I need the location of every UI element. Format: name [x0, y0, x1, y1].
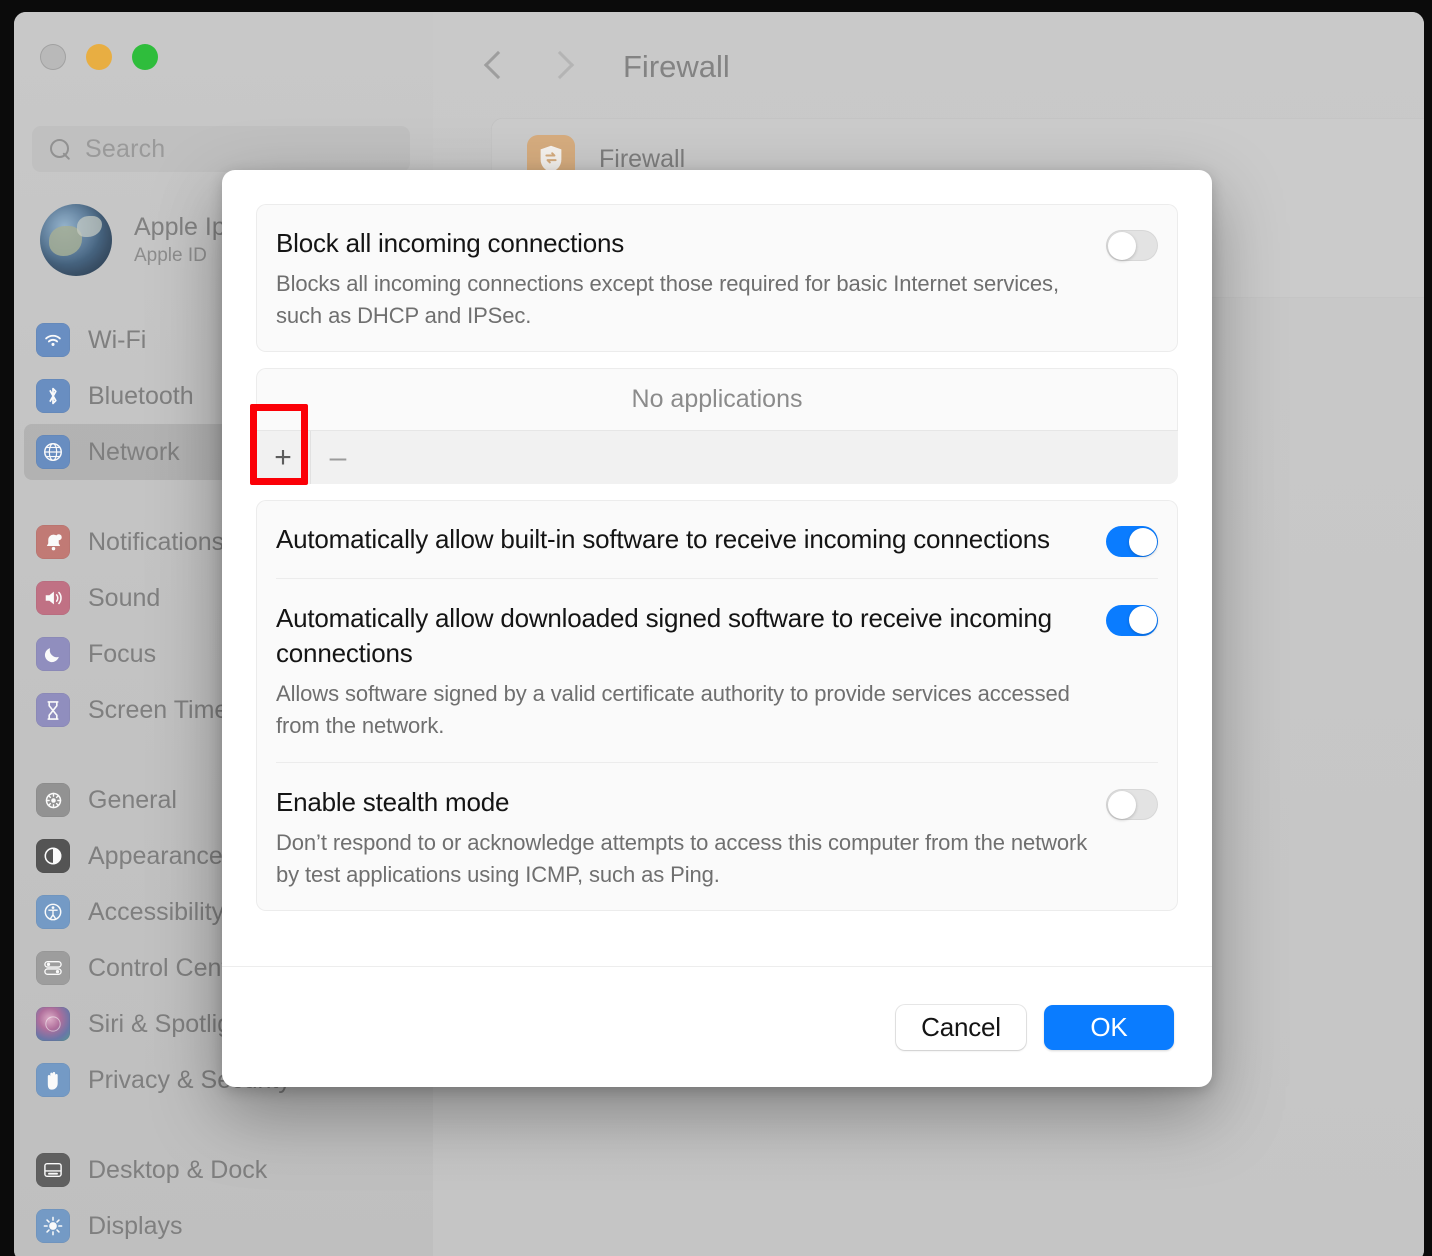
- dialog-footer: Cancel OK: [222, 966, 1212, 1087]
- screen: Search Apple Ip Apple ID Wi-Fi Bluetooth…: [0, 0, 1432, 1256]
- add-application-button[interactable]: +: [256, 431, 310, 485]
- brightness-icon: [36, 1209, 70, 1243]
- sidebar-item-displays[interactable]: Displays: [24, 1198, 423, 1254]
- sidebar-group-appearance: Desktop & Dock Displays Wallpaper: [14, 1142, 433, 1256]
- dialog-body: Block all incoming connections Blocks al…: [222, 170, 1212, 966]
- close-button[interactable]: [40, 44, 66, 70]
- sidebar-item-label: Accessibility: [88, 897, 225, 926]
- applications-card: No applications + –: [256, 368, 1178, 485]
- siri-icon: [36, 1007, 70, 1041]
- block-all-title: Block all incoming connections: [276, 228, 625, 258]
- allow-signed-description: Allows software signed by a valid certif…: [276, 681, 1070, 739]
- chevron-right-icon[interactable]: [541, 42, 575, 92]
- search-input[interactable]: Search: [32, 126, 410, 172]
- remove-application-button[interactable]: –: [311, 431, 365, 485]
- account-row[interactable]: Apple Ip Apple ID: [40, 204, 226, 276]
- sidebar-item-label: Notifications: [88, 527, 225, 556]
- sidebar-item-label: Screen Time: [88, 695, 229, 724]
- speaker-icon: [36, 581, 70, 615]
- hand-icon: [36, 1063, 70, 1097]
- applications-toolbar: + –: [256, 430, 1178, 485]
- avatar: [40, 204, 112, 276]
- firewall-options-dialog: Block all incoming connections Blocks al…: [222, 170, 1212, 1087]
- allow-builtin-title: Automatically allow built-in software to…: [276, 524, 1050, 555]
- account-name: Apple Ip: [134, 213, 226, 241]
- sidebar-item-label: Displays: [88, 1211, 183, 1240]
- search-icon: [48, 137, 72, 161]
- zoom-button[interactable]: [132, 44, 158, 70]
- minimize-button[interactable]: [86, 44, 112, 70]
- hourglass-icon: [36, 693, 70, 727]
- gear-icon: [36, 783, 70, 817]
- search-placeholder: Search: [85, 134, 166, 163]
- bluetooth-icon: [36, 379, 70, 413]
- applications-empty-text: No applications: [631, 384, 803, 413]
- block-all-row: Block all incoming connections Blocks al…: [256, 204, 1178, 352]
- block-all-card: Block all incoming connections Blocks al…: [256, 204, 1178, 353]
- sidebar-item-label: Wi-Fi: [88, 325, 147, 354]
- cancel-button[interactable]: Cancel: [896, 1004, 1026, 1050]
- stealth-mode-description: Don’t respond to or acknowledge attempts…: [276, 830, 1088, 888]
- block-all-toggle[interactable]: [1106, 230, 1158, 261]
- page-title: Firewall: [623, 49, 730, 84]
- sidebar-item-label: Sound: [88, 583, 161, 612]
- sidebar-item-label: Network: [88, 437, 180, 466]
- navigation-row: Firewall: [479, 42, 730, 92]
- stealth-mode-toggle[interactable]: [1106, 789, 1158, 820]
- sidebar-item-label: Desktop & Dock: [88, 1155, 268, 1184]
- allow-signed-row: Automatically allow downloaded signed so…: [256, 579, 1178, 763]
- sidebar-item-label: Focus: [88, 639, 157, 668]
- globe-icon: [36, 435, 70, 469]
- sliders-icon: [36, 951, 70, 985]
- allow-builtin-toggle[interactable]: [1106, 526, 1158, 558]
- sidebar-item-label: Appearance: [88, 841, 223, 870]
- bell-icon: [36, 525, 70, 559]
- ok-button[interactable]: OK: [1044, 1004, 1174, 1050]
- sidebar-item-label: General: [88, 785, 177, 814]
- contrast-icon: [36, 839, 70, 873]
- window-controls: [40, 44, 158, 70]
- block-all-description: Blocks all incoming connections except t…: [276, 271, 1059, 329]
- chevron-left-icon[interactable]: [479, 42, 513, 92]
- desktop-icon: [36, 1153, 70, 1187]
- allow-signed-toggle[interactable]: [1106, 604, 1158, 636]
- allow-rules-card: Automatically allow built-in software to…: [256, 500, 1178, 912]
- account-subtitle: Apple ID: [134, 245, 207, 266]
- allow-builtin-row: Automatically allow built-in software to…: [256, 500, 1178, 577]
- wifi-icon: [36, 323, 70, 357]
- stealth-mode-title: Enable stealth mode: [276, 787, 510, 817]
- sidebar-item-desktop-dock[interactable]: Desktop & Dock: [24, 1142, 423, 1198]
- moon-icon: [36, 637, 70, 671]
- accessibility-icon: [36, 895, 70, 929]
- allow-signed-title: Automatically allow downloaded signed so…: [276, 602, 1052, 668]
- stealth-mode-row: Enable stealth mode Don’t respond to or …: [256, 763, 1178, 911]
- sidebar-item-label: Bluetooth: [88, 381, 194, 410]
